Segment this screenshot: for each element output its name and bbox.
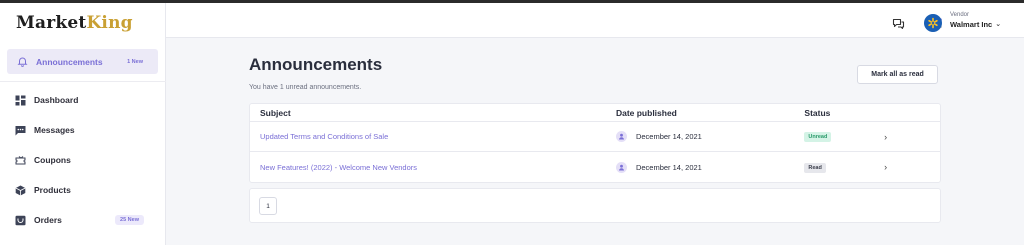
page-subtitle: You have 1 unread announcements. <box>249 84 362 91</box>
table-row[interactable]: Updated Terms and Conditions of Sale Dec… <box>250 122 940 152</box>
sidebar-divider <box>0 81 166 82</box>
sidebar-item-orders[interactable]: Orders 25 New <box>0 205 166 235</box>
sidebar-item-messages[interactable]: Messages <box>0 115 166 145</box>
announcements-table: Subject Date published Status Updated Te… <box>249 103 941 183</box>
mark-all-read-button[interactable]: Mark all as read <box>857 65 938 84</box>
sidebar-item-products[interactable]: Products <box>0 175 166 205</box>
pagination: 1 <box>249 188 941 223</box>
sidebar-item-label: Messages <box>34 125 75 135</box>
company-name: Walmart Inc <box>950 20 993 29</box>
status-badge: Read <box>804 162 826 173</box>
messages-icon[interactable] <box>890 16 906 32</box>
profile-role: Vendor <box>950 12 970 18</box>
column-header-date: Date published <box>615 107 677 118</box>
page-title: Announcements <box>249 55 383 74</box>
coupon-icon <box>14 154 26 166</box>
logo-text-king: King <box>86 13 133 33</box>
chevron-right-icon[interactable]: › <box>884 162 887 172</box>
sidebar-nav: Announcements 1 New Dashboard Messages C… <box>0 48 166 235</box>
user-icon <box>615 161 627 173</box>
dashboard-icon <box>14 94 26 106</box>
page-button[interactable]: 1 <box>259 197 277 215</box>
bell-icon <box>16 56 28 68</box>
profile-company[interactable]: Walmart Inc ⌄ <box>950 21 1001 29</box>
box-icon <box>14 184 26 196</box>
sidebar-item-label: Announcements <box>36 56 103 67</box>
sidebar-item-label: Coupons <box>34 155 71 165</box>
date-published: December 14, 2021 <box>635 162 702 172</box>
sidebar-item-announcements[interactable]: Announcements 1 New <box>7 49 158 74</box>
chevron-right-icon[interactable]: › <box>884 132 887 142</box>
logo[interactable]: MarketKing <box>16 13 133 33</box>
sidebar-item-label: Products <box>34 185 71 195</box>
main-header: Announcements You have 1 unread announce… <box>249 55 941 91</box>
sidebar-item-coupons[interactable]: Coupons <box>0 145 166 175</box>
announcement-subject-link[interactable]: Updated Terms and Conditions of Sale <box>260 132 388 141</box>
date-published: December 14, 2021 <box>635 132 702 141</box>
user-icon <box>615 131 627 142</box>
orders-icon <box>14 214 26 226</box>
orders-count-badge: 25 New <box>115 215 144 225</box>
walmart-spark-icon <box>928 17 938 29</box>
avatar <box>924 14 942 32</box>
sidebar-item-dashboard[interactable]: Dashboard <box>0 85 166 115</box>
table-row[interactable]: New Features! (2022) - Welcome New Vendo… <box>250 152 940 182</box>
profile-menu[interactable]: Vendor Walmart Inc ⌄ <box>924 11 1001 32</box>
column-header-subject: Subject <box>260 107 291 118</box>
table-header: Subject Date published Status <box>250 104 940 122</box>
sidebar-item-label: Dashboard <box>34 95 79 105</box>
chat-icon <box>14 124 26 136</box>
chevron-down-icon: ⌄ <box>995 21 1002 29</box>
status-badge: Unread <box>804 132 832 142</box>
announcements-count-badge: 1 New <box>127 58 143 65</box>
announcement-subject-link[interactable]: New Features! (2022) - Welcome New Vendo… <box>260 163 417 172</box>
logo-area: MarketKing <box>0 3 166 38</box>
column-header-status: Status <box>804 107 831 118</box>
sidebar-item-label: Orders <box>34 215 62 225</box>
logo-text-market: Market <box>16 13 87 33</box>
